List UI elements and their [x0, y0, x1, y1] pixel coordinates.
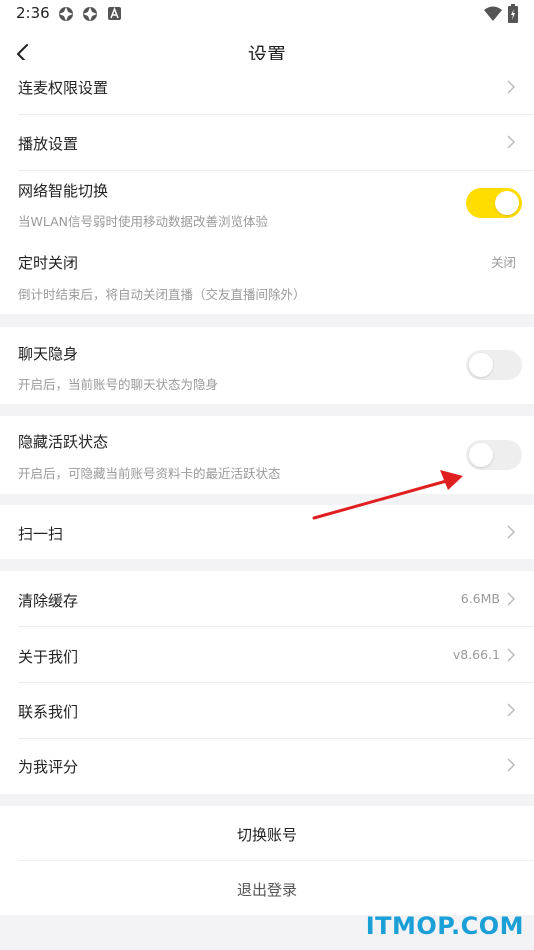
- chevron-right-icon: [507, 525, 516, 539]
- settings-item-playback[interactable]: 播放设置: [0, 115, 534, 170]
- settings-item-description: 开启后，当前账号的聊天状态为隐身: [18, 377, 219, 392]
- settings-item-rate[interactable]: 为我评分: [0, 739, 534, 794]
- settings-item-about[interactable]: 关于我们 v8.66.1: [0, 627, 534, 682]
- annotation-arrow-icon: [312, 470, 463, 520]
- switch-account-button[interactable]: 切换账号: [0, 806, 534, 861]
- settings-item-label: 联系我们: [18, 703, 79, 721]
- settings-item-timer[interactable]: 定时关闭 关闭 倒计时结束后，将自动关闭直播（交友直播间除外）: [0, 241, 534, 314]
- chevron-right-icon: [507, 135, 516, 149]
- switch-account-label: 切换账号: [236, 826, 297, 844]
- settings-item-label: 清除缓存: [18, 592, 79, 610]
- logout-button[interactable]: 退出登录: [0, 861, 534, 915]
- settings-item-label: 网络智能切换: [18, 182, 109, 200]
- network-switch-toggle[interactable]: [466, 188, 522, 218]
- settings-item-contact[interactable]: 联系我们: [0, 683, 534, 738]
- section-gap: [0, 314, 534, 327]
- settings-item-chat-invisible: 聊天隐身 开启后，当前账号的聊天状态为隐身: [0, 327, 534, 404]
- settings-item-value: 6.6MB: [460, 591, 500, 606]
- toggle-knob: [495, 191, 519, 215]
- chevron-right-icon: [507, 703, 516, 717]
- status-bar: 2:36: [0, 0, 534, 28]
- notification-a-icon: [108, 7, 121, 20]
- settings-item-label: 为我评分: [18, 758, 79, 776]
- status-time: 2:36: [16, 4, 50, 22]
- settings-item-description: 当WLAN信号弱时使用移动数据改善浏览体验: [18, 214, 269, 229]
- settings-item-description: 倒计时结束后，将自动关闭直播（交友直播间除外）: [18, 287, 306, 302]
- settings-item-label: 聊天隐身: [18, 345, 79, 363]
- chevron-right-icon: [507, 592, 516, 606]
- watermark: ITMOP.COM: [365, 912, 524, 940]
- settings-item-description: 开启后，可隐藏当前账号资料卡的最近活跃状态: [18, 466, 281, 481]
- settings-item-network-switch: 网络智能切换 当WLAN信号弱时使用移动数据改善浏览体验: [0, 171, 534, 241]
- battery-icon: [508, 4, 518, 23]
- settings-item-value: v8.66.1: [452, 647, 500, 662]
- chevron-right-icon: [507, 648, 516, 662]
- settings-item-label: 扫一扫: [18, 525, 64, 543]
- chat-invisible-toggle[interactable]: [466, 350, 522, 380]
- settings-item-lianmai[interactable]: 连麦权限设置: [0, 60, 534, 115]
- section-gap: [0, 794, 534, 806]
- settings-item-label: 隐藏活跃状态: [18, 433, 109, 451]
- settings-item-value: 关闭: [490, 255, 516, 270]
- toggle-knob: [469, 353, 493, 377]
- settings-item-label: 定时关闭: [18, 254, 79, 272]
- settings-item-label: 播放设置: [18, 135, 79, 153]
- settings-item-label: 连麦权限设置: [18, 79, 109, 97]
- chevron-right-icon: [507, 80, 516, 94]
- section-gap: [0, 559, 534, 571]
- section-gap: [0, 404, 534, 416]
- app-notification-icon: [59, 7, 73, 21]
- logout-label: 退出登录: [236, 881, 297, 899]
- settings-item-clear-cache[interactable]: 清除缓存 6.6MB: [0, 571, 534, 626]
- settings-item-label: 关于我们: [18, 648, 79, 666]
- wifi-icon: [484, 6, 502, 21]
- chevron-right-icon: [507, 758, 516, 772]
- app-notification-icon: [83, 7, 97, 21]
